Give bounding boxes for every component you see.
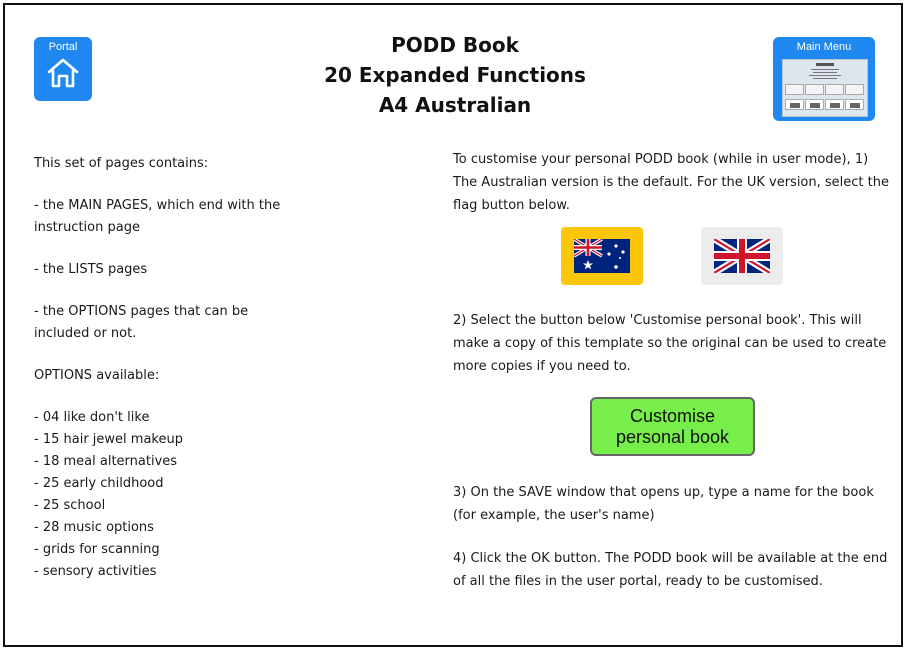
customise-label-line-2: personal book bbox=[615, 427, 730, 447]
list-item: - 25 early childhood bbox=[34, 476, 164, 491]
contents-options-pages: - the OPTIONS pages that can be included… bbox=[34, 304, 249, 341]
contents-intro: This set of pages contains: bbox=[34, 156, 209, 171]
australian-flag-icon bbox=[574, 239, 630, 273]
contents-main-pages: - the MAIN PAGES, which end with the ins… bbox=[34, 198, 281, 235]
list-item: - 04 like don't like bbox=[34, 410, 150, 425]
australian-flag-button[interactable] bbox=[561, 227, 643, 285]
customise-label-line-1: Customise bbox=[629, 406, 716, 426]
portal-label: Portal bbox=[48, 41, 78, 53]
list-item: - 18 meal alternatives bbox=[34, 454, 178, 469]
customise-personal-book-button[interactable]: Customise personal book bbox=[590, 397, 755, 456]
home-icon bbox=[47, 58, 79, 88]
instructions-intro: To customise your personal PODD book (wh… bbox=[453, 152, 889, 213]
list-item: - 15 hair jewel makeup bbox=[34, 432, 183, 447]
list-item: - 28 music options bbox=[34, 520, 154, 535]
uk-flag-icon bbox=[714, 239, 770, 273]
contents-description: This set of pages contains: - the MAIN P… bbox=[34, 153, 289, 583]
instructions-step-4: 4) Click the OK button. The PODD book wi… bbox=[453, 551, 888, 589]
main-menu-thumbnail bbox=[782, 59, 868, 117]
list-item: - sensory activities bbox=[34, 564, 157, 579]
instructions-step-3: 3) On the SAVE window that opens up, typ… bbox=[453, 485, 874, 523]
instructions: To customise your personal PODD book (wh… bbox=[453, 148, 893, 593]
list-item: - 25 school bbox=[34, 498, 106, 513]
list-item: - grids for scanning bbox=[34, 542, 160, 557]
main-menu-label: Main Menu bbox=[796, 41, 852, 53]
contents-lists-pages: - the LISTS pages bbox=[34, 262, 148, 277]
portal-button[interactable]: Portal bbox=[34, 37, 92, 101]
options-heading: OPTIONS available: bbox=[34, 368, 160, 383]
main-menu-button[interactable]: Main Menu bbox=[773, 37, 875, 121]
uk-flag-button[interactable] bbox=[701, 227, 783, 285]
instructions-step-2: 2) Select the button below 'Customise pe… bbox=[453, 313, 887, 374]
